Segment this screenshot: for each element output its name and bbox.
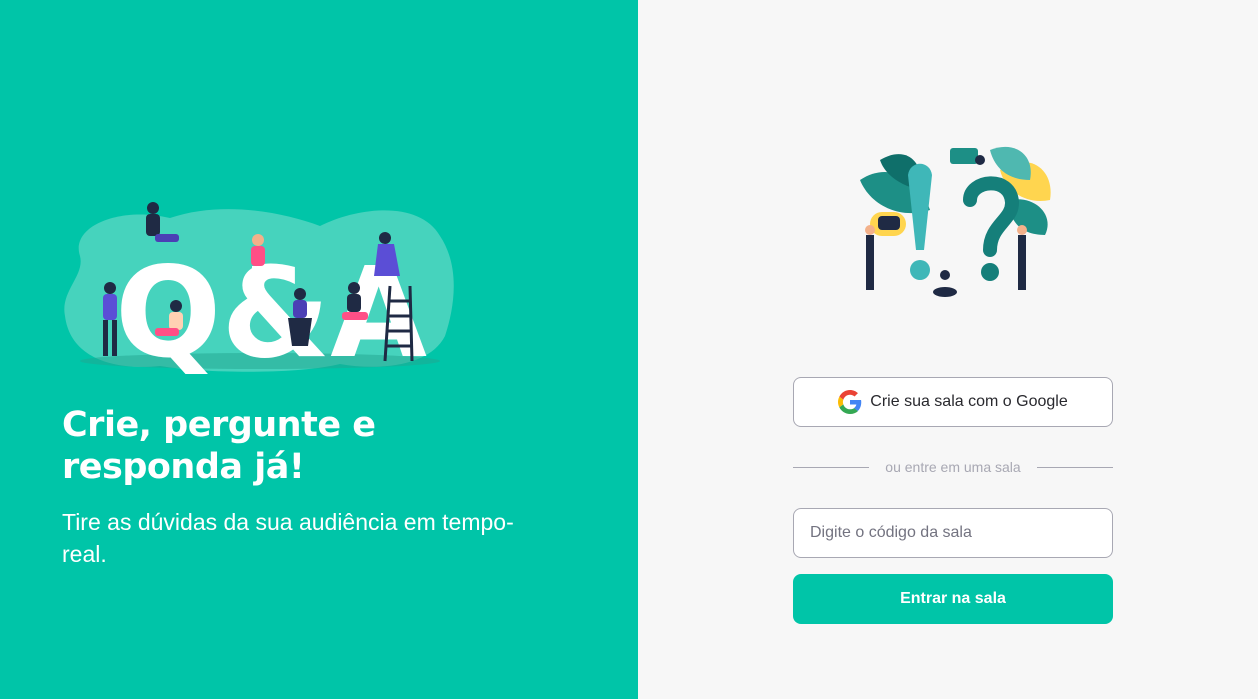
separator-text: ou entre em uma sala: [885, 459, 1021, 475]
google-icon: [838, 390, 862, 414]
headline: Crie, pergunte e responda já!: [62, 405, 376, 487]
separator: ou entre em uma sala: [793, 458, 1113, 476]
aside-panel: Q&A Crie, pergunte e responda já! Tire a…: [0, 0, 638, 699]
room-code-input[interactable]: [793, 508, 1113, 558]
enter-room-button[interactable]: Entrar na sala: [793, 574, 1113, 624]
google-button-label: Crie sua sala com o Google: [870, 393, 1068, 410]
create-room-google-button[interactable]: Crie sua sala com o Google: [793, 377, 1113, 427]
main-panel: Crie sua sala com o Google ou entre em u…: [638, 0, 1258, 699]
subtext: Tire as dúvidas da sua audiência em temp…: [62, 509, 514, 567]
qa-illustration: Q&A: [64, 202, 454, 376]
question-illustration: [860, 146, 1051, 297]
